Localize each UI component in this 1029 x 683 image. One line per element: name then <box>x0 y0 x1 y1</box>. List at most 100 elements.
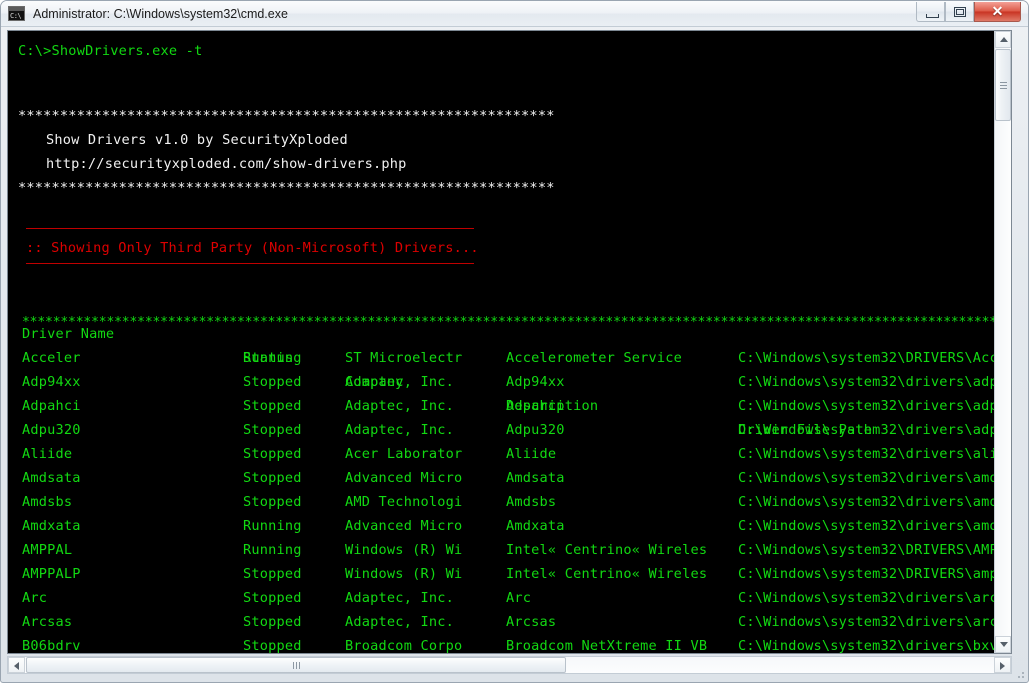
driver-description: Adpu320 <box>506 418 565 442</box>
driver-company: Acer Laborator <box>345 442 462 466</box>
driver-status: Stopped <box>243 586 302 610</box>
driver-file-path: C:\Windows\system32\drivers\arcsas <box>738 610 996 634</box>
status-rule-bottom <box>26 263 474 264</box>
banner-url: http://securityxploded.com/show-drivers.… <box>46 152 407 176</box>
driver-name: Adpu320 <box>22 418 81 442</box>
driver-name: Amdsbs <box>22 490 72 514</box>
driver-company: Advanced Micro <box>345 514 462 538</box>
driver-file-path: C:\Windows\system32\drivers\amdsbs <box>738 490 996 514</box>
driver-status: Running <box>243 538 302 562</box>
driver-file-path: C:\Windows\system32\drivers\arc.sy <box>738 586 996 610</box>
driver-status: Stopped <box>243 394 302 418</box>
driver-company: Windows (R) Wi <box>345 562 462 586</box>
driver-file-path: C:\Windows\system32\drivers\aliide <box>738 442 996 466</box>
resize-grip-dot <box>1022 672 1024 674</box>
driver-status: Stopped <box>243 490 302 514</box>
driver-company: Adaptec, Inc. <box>345 418 454 442</box>
minimize-icon <box>926 14 939 18</box>
driver-description: Arcsas <box>506 610 556 634</box>
console-text-buffer[interactable]: C:\>ShowDrivers.exe -t *****************… <box>8 31 996 653</box>
driver-description: Aliide <box>506 442 556 466</box>
driver-status: Stopped <box>243 610 302 634</box>
driver-name: Acceler <box>22 346 81 370</box>
driver-name: Amdsata <box>22 466 81 490</box>
scroll-right-button[interactable] <box>994 657 1011 673</box>
resize-grip[interactable] <box>1014 668 1026 680</box>
thumb-grip-line <box>293 662 294 669</box>
driver-description: Intel« Centrino« Wireles <box>506 538 707 562</box>
resize-grip-dot <box>1022 676 1024 678</box>
cmd-icon[interactable]: C:\ <box>8 6 25 21</box>
console-window: C:\ Administrator: C:\Windows\system32\c… <box>0 0 1029 683</box>
driver-description: Arc <box>506 586 531 610</box>
driver-company: Adaptec, Inc. <box>345 586 454 610</box>
driver-file-path: C:\Windows\system32\drivers\amdsat <box>738 466 996 490</box>
driver-company: Adaptec, Inc. <box>345 394 454 418</box>
console-client-area[interactable]: C:\>ShowDrivers.exe -t *****************… <box>7 30 1012 654</box>
driver-file-path: C:\Windows\system32\drivers\bxvbda <box>738 634 996 653</box>
thumb-grip-line <box>296 662 297 669</box>
driver-description: Amdsbs <box>506 490 556 514</box>
scroll-down-button[interactable] <box>995 636 1011 653</box>
driver-company: Advanced Micro <box>345 466 462 490</box>
chevron-right-icon <box>1000 662 1005 670</box>
driver-status: Stopped <box>243 466 302 490</box>
driver-company: ST Microelectr <box>345 346 462 370</box>
driver-name: Adp94xx <box>22 370 81 394</box>
driver-description: Broadcom NetXtreme II VB <box>506 634 707 653</box>
maximize-restore-button[interactable] <box>945 2 974 22</box>
resize-grip-dot <box>1018 676 1020 678</box>
driver-status: Running <box>243 346 302 370</box>
driver-name: Amdxata <box>22 514 81 538</box>
banner-rule-top: ****************************************… <box>18 104 555 128</box>
driver-status: Stopped <box>243 442 302 466</box>
header-separator: ****************************************… <box>22 311 996 335</box>
driver-description: Amdsata <box>506 466 565 490</box>
driver-description: Adp94xx <box>506 370 565 394</box>
minimize-button[interactable] <box>916 2 945 22</box>
driver-name: Arc <box>22 586 47 610</box>
driver-status: Stopped <box>243 418 302 442</box>
driver-file-path: C:\Windows\system32\DRIVERS\AMPPAL <box>738 538 996 562</box>
thumb-grip-line <box>299 662 300 669</box>
horizontal-scrollbar-thumb[interactable] <box>26 657 566 673</box>
driver-description: Intel« Centrino« Wireles <box>506 562 707 586</box>
driver-file-path: C:\Windows\system32\drivers\adpu32 <box>738 418 996 442</box>
status-message: :: Showing Only Third Party (Non-Microso… <box>26 236 479 260</box>
driver-company: Windows (R) Wi <box>345 538 462 562</box>
driver-file-path: C:\Windows\system32\DRIVERS\Accele <box>738 346 996 370</box>
driver-company: AMD Technologi <box>345 490 462 514</box>
vertical-scrollbar[interactable] <box>994 31 1011 653</box>
driver-description: Accelerometer Service <box>506 346 682 370</box>
vertical-scrollbar-thumb[interactable] <box>995 49 1011 121</box>
driver-file-path: C:\Windows\system32\DRIVERS\amppal <box>738 562 996 586</box>
driver-description: Amdxata <box>506 514 565 538</box>
thumb-grip-line <box>1000 82 1007 83</box>
driver-status: Stopped <box>243 370 302 394</box>
window-title: Administrator: C:\Windows\system32\cmd.e… <box>33 5 288 23</box>
driver-name: Adpahci <box>22 394 81 418</box>
status-rule-top <box>26 228 474 229</box>
command-prompt-line: C:\>ShowDrivers.exe -t <box>18 39 202 63</box>
thumb-grip-line <box>1000 88 1007 89</box>
close-icon: ✕ <box>975 2 1020 21</box>
driver-name: B06bdrv <box>22 634 81 653</box>
scroll-left-button[interactable] <box>8 657 25 673</box>
driver-status: Running <box>243 514 302 538</box>
driver-name: Arcsas <box>22 610 72 634</box>
driver-status: Stopped <box>243 634 302 653</box>
banner-rule-bottom: ****************************************… <box>18 176 555 200</box>
horizontal-scrollbar[interactable] <box>7 656 1012 674</box>
driver-name: AMPPAL <box>22 538 72 562</box>
restore-icon-inner <box>956 9 964 15</box>
title-bar[interactable]: C:\ Administrator: C:\Windows\system32\c… <box>1 1 1029 27</box>
banner-title: Show Drivers v1.0 by SecurityXploded <box>46 128 348 152</box>
close-button[interactable]: ✕ <box>974 2 1021 22</box>
chevron-down-icon <box>1000 642 1008 647</box>
chevron-up-icon <box>1000 37 1008 42</box>
driver-name: Aliide <box>22 442 72 466</box>
thumb-grip-line <box>1000 85 1007 86</box>
driver-status: Stopped <box>243 562 302 586</box>
cmd-icon-text: C:\ <box>9 11 24 21</box>
scroll-up-button[interactable] <box>995 31 1011 48</box>
